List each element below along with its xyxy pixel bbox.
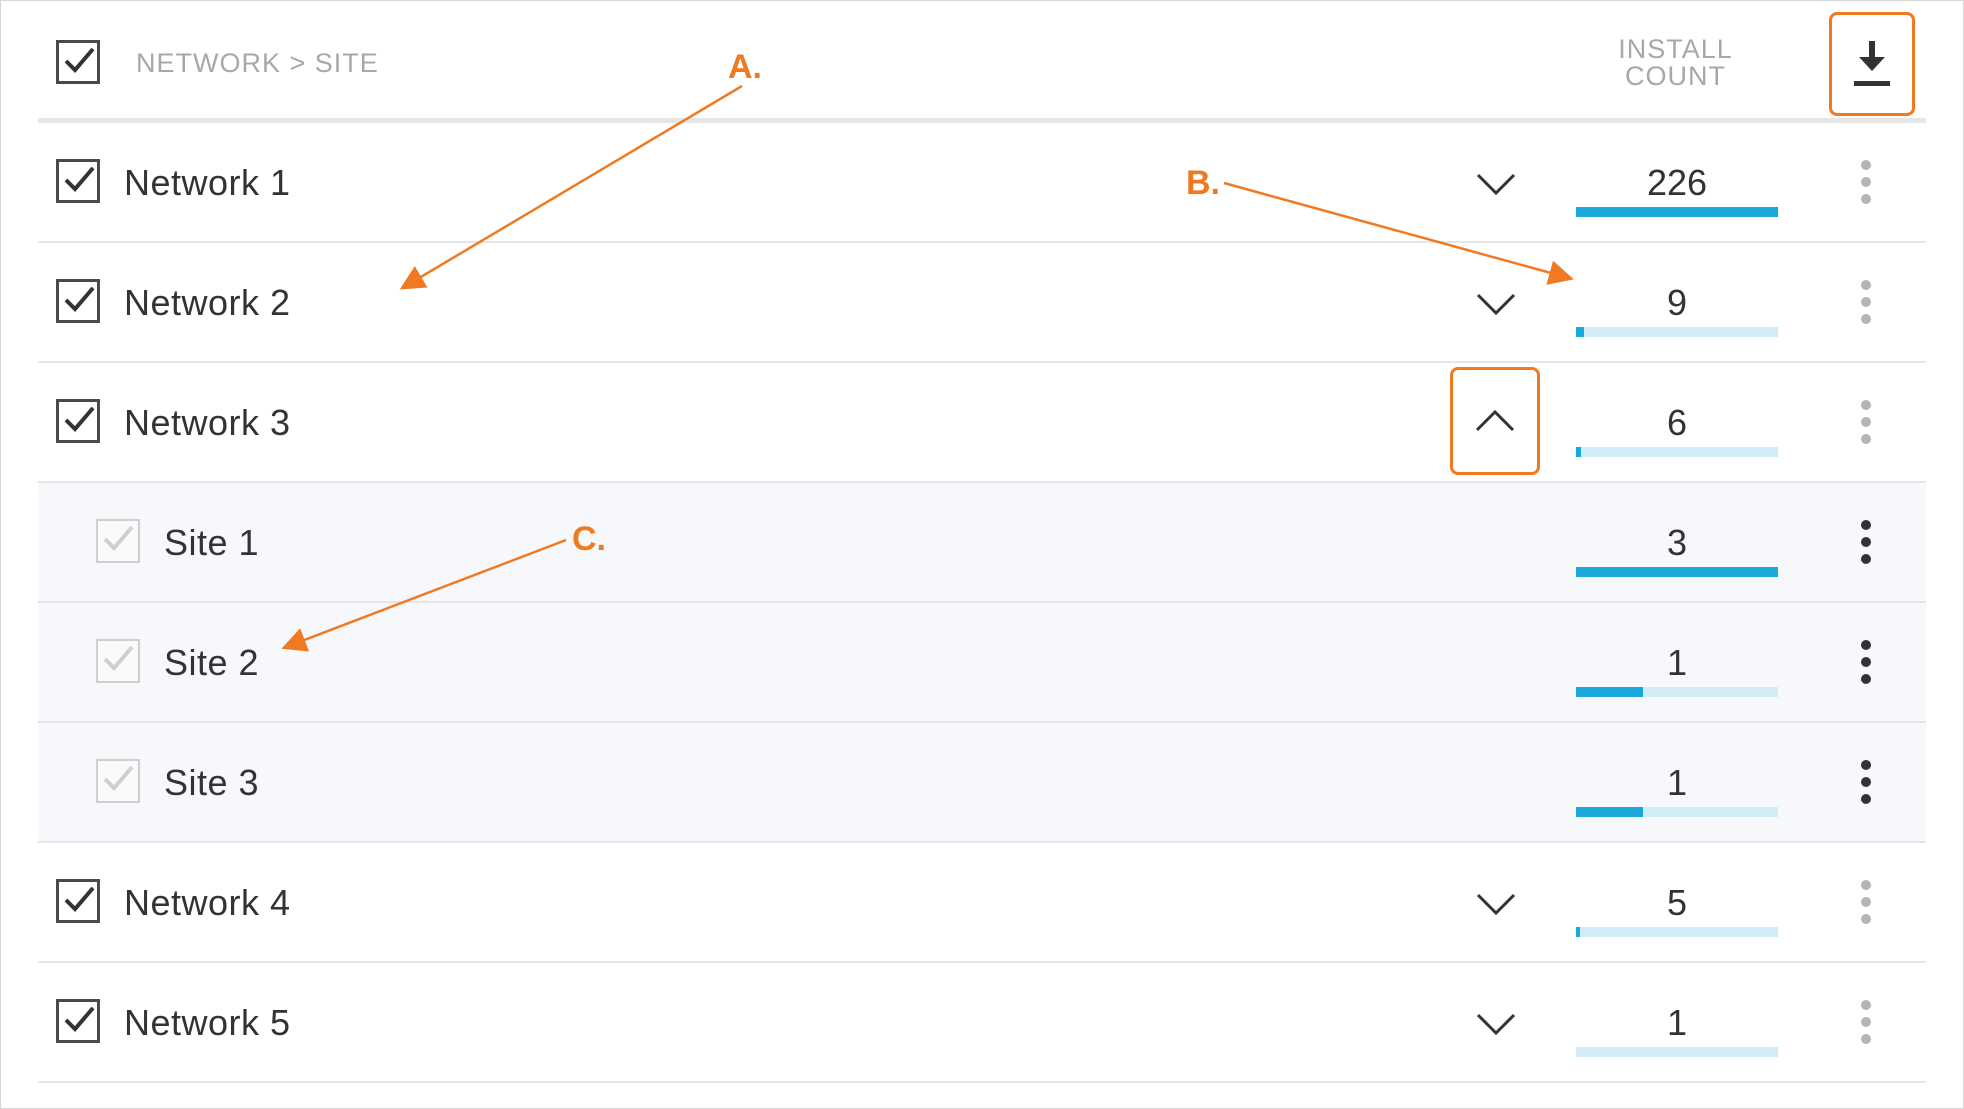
network-row[interactable]: Network 1 226 bbox=[38, 123, 1926, 243]
checkmark-icon bbox=[103, 765, 134, 791]
install-count-bar-fill bbox=[1576, 567, 1778, 577]
more-options-icon bbox=[1861, 880, 1871, 924]
checkmark-icon bbox=[64, 886, 95, 912]
more-options-icon bbox=[1861, 520, 1871, 564]
install-count-bar-fill bbox=[1576, 807, 1643, 817]
install-count-value: 226 bbox=[1646, 162, 1708, 203]
site-row[interactable]: Site 2 1 bbox=[38, 603, 1926, 723]
checkmark-icon bbox=[64, 406, 95, 432]
expand-button[interactable] bbox=[1466, 1001, 1526, 1045]
install-count-bar bbox=[1576, 807, 1778, 817]
network-checkbox[interactable] bbox=[56, 999, 100, 1043]
install-count-value: 3 bbox=[1666, 522, 1688, 563]
network-row[interactable]: Network 5 1 bbox=[38, 963, 1926, 1083]
checkmark-icon bbox=[64, 1006, 95, 1032]
row-menu-button[interactable] bbox=[1856, 759, 1876, 805]
network-row[interactable]: Network 2 9 bbox=[38, 243, 1926, 363]
install-count-bar bbox=[1576, 327, 1778, 337]
install-count-value: 1 bbox=[1666, 1002, 1688, 1043]
site-checkbox bbox=[96, 639, 140, 683]
site-row[interactable]: Site 3 1 bbox=[38, 723, 1926, 843]
install-count-value: 1 bbox=[1666, 762, 1688, 803]
network-label: Network 1 bbox=[124, 162, 291, 203]
checkmark-icon bbox=[103, 525, 134, 551]
select-all-checkbox[interactable] bbox=[56, 40, 100, 84]
install-count-bar bbox=[1576, 927, 1778, 937]
install-count-value: 5 bbox=[1666, 882, 1688, 923]
install-count-value: 6 bbox=[1666, 402, 1688, 443]
network-checkbox[interactable] bbox=[56, 399, 100, 443]
collapse-button[interactable] bbox=[1450, 367, 1540, 475]
install-count-bar-fill bbox=[1576, 687, 1643, 697]
network-label: Network 2 bbox=[124, 282, 291, 323]
more-options-icon bbox=[1861, 760, 1871, 804]
row-menu-button[interactable] bbox=[1856, 279, 1876, 325]
chevron-down-icon bbox=[1476, 173, 1516, 196]
checkmark-icon bbox=[64, 166, 95, 192]
install-count-header[interactable]: INSTALL COUNT bbox=[1598, 36, 1753, 90]
table-body: Network 1 226 Network 2 9 Network 3 6 Site 13S… bbox=[38, 123, 1926, 1083]
more-options-icon bbox=[1861, 400, 1871, 444]
expand-button[interactable] bbox=[1466, 281, 1526, 325]
site-checkbox bbox=[96, 519, 140, 563]
download-icon bbox=[1854, 41, 1890, 86]
annotation-label-a: A. bbox=[728, 48, 762, 86]
more-options-icon bbox=[1861, 1000, 1871, 1044]
checkmark-icon bbox=[64, 47, 95, 73]
install-count-bar-fill bbox=[1576, 447, 1582, 457]
more-options-icon bbox=[1861, 280, 1871, 324]
expand-button[interactable] bbox=[1466, 161, 1526, 205]
more-options-icon bbox=[1861, 160, 1871, 204]
install-count-bar bbox=[1576, 687, 1778, 697]
column-title: NETWORK > SITE bbox=[136, 48, 379, 78]
install-count-bar-fill bbox=[1576, 927, 1581, 937]
annotation-label-c: C. bbox=[572, 520, 606, 558]
chevron-down-icon bbox=[1476, 293, 1516, 316]
network-label: Network 3 bbox=[124, 402, 291, 443]
network-checkbox[interactable] bbox=[56, 279, 100, 323]
network-row[interactable]: Network 4 5 bbox=[38, 843, 1926, 963]
chevron-up-icon bbox=[1475, 409, 1515, 432]
install-count-bar bbox=[1576, 567, 1778, 577]
network-label: Network 5 bbox=[124, 1002, 291, 1043]
row-menu-button[interactable] bbox=[1856, 879, 1876, 925]
site-label: Site 3 bbox=[164, 762, 260, 803]
expand-button[interactable] bbox=[1466, 881, 1526, 925]
table-header: NETWORK > SITE INSTALL COUNT bbox=[38, 0, 1926, 123]
install-count-bar-fill bbox=[1576, 207, 1778, 217]
install-count-bar-fill bbox=[1576, 327, 1585, 337]
network-label: Network 4 bbox=[124, 882, 291, 923]
checkmark-icon bbox=[103, 645, 134, 671]
install-count-value: 9 bbox=[1666, 282, 1688, 323]
install-count-header-line2: COUNT bbox=[1625, 61, 1726, 91]
site-label: Site 2 bbox=[164, 642, 260, 683]
site-checkbox bbox=[96, 759, 140, 803]
row-menu-button[interactable] bbox=[1856, 399, 1876, 445]
network-site-table: NETWORK > SITE INSTALL COUNT Network 1 22… bbox=[38, 0, 1926, 1083]
network-checkbox[interactable] bbox=[56, 879, 100, 923]
site-row[interactable]: Site 1 3 bbox=[38, 483, 1926, 603]
row-menu-button[interactable] bbox=[1856, 639, 1876, 685]
checkmark-icon bbox=[64, 286, 95, 312]
annotation-label-b: B. bbox=[1186, 164, 1220, 202]
more-options-icon bbox=[1861, 640, 1871, 684]
install-count-bar bbox=[1576, 207, 1778, 217]
install-count-header-line1: INSTALL bbox=[1618, 34, 1733, 64]
row-menu-button[interactable] bbox=[1856, 519, 1876, 565]
chevron-down-icon bbox=[1476, 893, 1516, 916]
row-menu-button[interactable] bbox=[1856, 999, 1876, 1045]
download-button[interactable] bbox=[1829, 12, 1915, 116]
network-checkbox[interactable] bbox=[56, 159, 100, 203]
network-row[interactable]: Network 3 6 bbox=[38, 363, 1926, 483]
row-menu-button[interactable] bbox=[1856, 159, 1876, 205]
install-count-bar bbox=[1576, 447, 1778, 457]
install-count-bar bbox=[1576, 1047, 1778, 1057]
chevron-down-icon bbox=[1476, 1013, 1516, 1036]
site-label: Site 1 bbox=[164, 522, 260, 563]
install-count-value: 1 bbox=[1666, 642, 1688, 683]
